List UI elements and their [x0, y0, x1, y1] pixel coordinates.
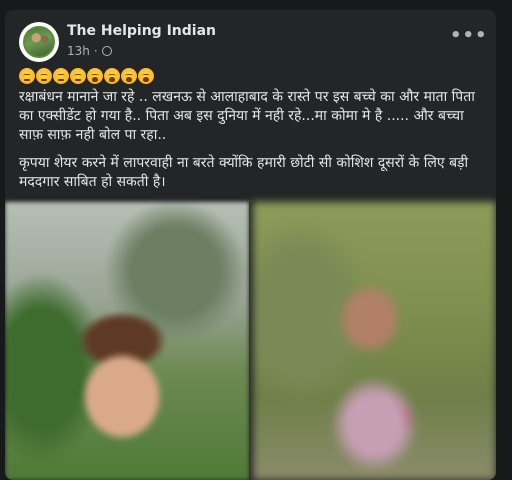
avatar-image — [23, 26, 55, 58]
globe-icon — [101, 46, 112, 56]
post-paragraph-2: कृपया शेयर करने में लापरवाही ना बरते क्य… — [19, 155, 469, 190]
post-photo-left[interactable] — [5, 202, 249, 480]
emoji-row — [19, 68, 481, 86]
meta-separator: · — [93, 44, 98, 58]
crying-face-icon — [121, 68, 137, 84]
sad-face-icon — [70, 68, 86, 84]
post-timestamp[interactable]: 13h — [67, 44, 90, 58]
crying-face-icon — [104, 68, 120, 84]
sad-face-icon — [36, 68, 52, 84]
sad-face-icon — [19, 68, 35, 84]
photo-grid — [5, 202, 496, 480]
post-card: The Helping Indian 13h · ••• रक्षाबंधन म… — [5, 10, 496, 480]
post-header: The Helping Indian 13h · ••• — [19, 22, 487, 62]
more-options-button[interactable]: ••• — [450, 27, 487, 52]
post-paragraph-1: रक्षाबंधन मानाने जा रहे .. लखनऊ से आलाहा… — [19, 89, 475, 143]
sad-face-icon — [53, 68, 69, 84]
page-name-link[interactable]: The Helping Indian — [67, 23, 216, 39]
post-photo-right[interactable] — [253, 202, 496, 480]
page-avatar[interactable] — [19, 22, 59, 62]
crying-face-icon — [138, 68, 154, 84]
post-meta: 13h · — [67, 44, 112, 58]
crying-face-icon — [87, 68, 103, 84]
post-text: रक्षाबंधन मानाने जा रहे .. लखनऊ से आलाहा… — [19, 68, 481, 201]
